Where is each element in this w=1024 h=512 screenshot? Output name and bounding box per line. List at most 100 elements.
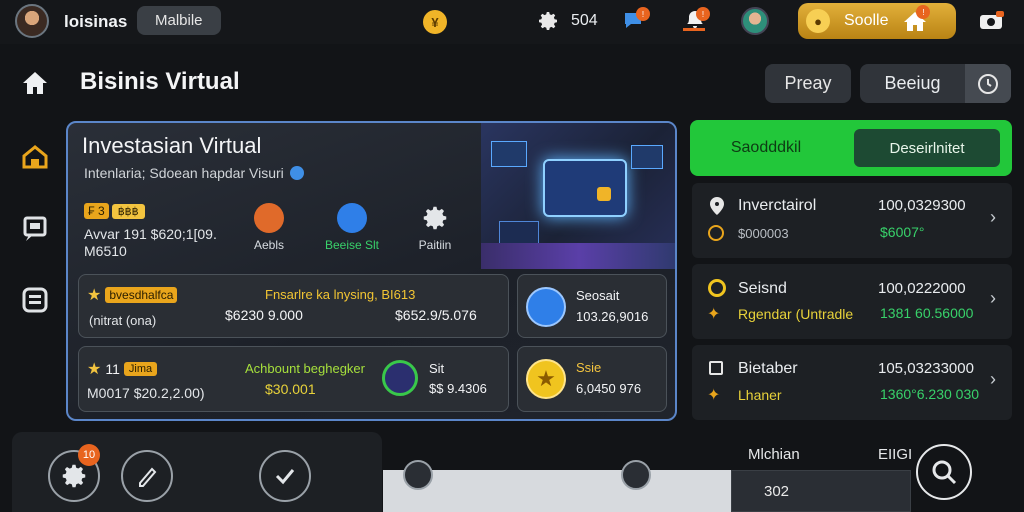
list-item-amount: 100,0222000 (878, 280, 966, 297)
ssie-label: Ssie (576, 360, 602, 375)
row2-title: Achbount beghegker (245, 361, 365, 376)
coin-outline-icon (708, 225, 724, 241)
value-field-text: 302 (764, 483, 790, 500)
row2-badge-label: Jima (123, 362, 158, 376)
beeiug-button[interactable]: Beeiug (860, 64, 1011, 103)
list-item-sub-left: Rgendar (Untradle (738, 306, 854, 322)
confirm-button[interactable] (259, 450, 311, 502)
preay-button[interactable]: Preay (765, 64, 851, 103)
rocket-icon (526, 287, 566, 327)
chevron-right-icon: › (990, 369, 996, 389)
profile-avatar[interactable] (741, 7, 769, 35)
verified-icon (289, 166, 304, 180)
beeise-action[interactable]: Beeise Slt (320, 203, 384, 252)
paitiin-label: Paitiin (418, 238, 452, 252)
gear-icon[interactable] (536, 9, 560, 38)
list-item-amount: 100,0329300 (878, 197, 966, 214)
list-item-sub-right: 1360°6.230 030 (880, 386, 980, 402)
check-icon (275, 469, 295, 485)
gold-coin-icon (708, 279, 726, 297)
list-item[interactable]: Inverctairol 100,0329300 $000003 $6007° … (692, 183, 1012, 258)
col1-label: Mlchian (748, 446, 800, 463)
ssie-box[interactable]: ★ Ssie 6,0450 976 (517, 346, 667, 412)
mode-pill[interactable]: Malbile (137, 6, 221, 35)
ssie-value: 6,0450 976 (576, 381, 642, 396)
seosait-box[interactable]: Seosait 103.26,9016 (517, 274, 667, 338)
card-line1: Avvar 191 $620;1[09. (84, 226, 217, 242)
row1-badge: ★ bvesdhalfca (87, 285, 178, 305)
chat-nav-icon[interactable] (18, 212, 52, 246)
investment-row-2[interactable]: ★ 11 Jima M0017 $20.2,2.00) Achbount beg… (78, 346, 509, 412)
bottom-panel (383, 460, 731, 512)
gear-icon (62, 464, 86, 488)
sparkle-icon: ✦ (707, 387, 721, 404)
star-icon: ★ (87, 287, 102, 304)
location-pin-icon (710, 197, 724, 215)
bottom-toolbar: 10 (12, 432, 382, 512)
row1-sub: (nitrat (ona) (89, 313, 157, 328)
list-item-title: Bietaber (738, 360, 798, 377)
settings-value: 504 (571, 12, 598, 29)
medal-icon: ● (806, 9, 830, 33)
notifications-button[interactable]: ! (681, 7, 711, 36)
star-coin-icon: ★ (526, 359, 566, 399)
row2-badge-num: 11 (105, 361, 120, 377)
avatar[interactable] (15, 4, 49, 38)
document-nav-icon[interactable] (18, 283, 52, 317)
investment-card: Investasian Virtual Intenlaria; Sdoean h… (66, 121, 677, 421)
paitiin-action[interactable]: Paitiin (410, 203, 460, 252)
card-tag-text: ฿฿฿ (111, 203, 145, 219)
list-item-title: Seisnd (738, 280, 787, 297)
row1-title: Fnsarlre ka lnysing, BI613 (265, 287, 416, 302)
premium-pill[interactable]: ● Soolle ! (798, 3, 956, 39)
value-field[interactable]: 302 (731, 470, 911, 512)
sparkle-icon: ✦ (707, 306, 721, 323)
wallet-icon[interactable] (403, 460, 433, 490)
house-nav-icon[interactable] (18, 140, 52, 174)
chevron-right-icon: › (990, 288, 996, 308)
chat-badge: ! (636, 7, 650, 21)
tab-saodddkil[interactable]: Saodddkil (690, 139, 842, 157)
aebls-action[interactable]: Aebls (246, 203, 292, 252)
tab-bar: Saodddkil Deseirlnitet (690, 120, 1012, 176)
row2-mini-value: $$ 9.4306 (429, 381, 487, 396)
list-item-amount: 105,03233000 (878, 360, 974, 377)
star-icon (337, 203, 367, 233)
premium-label: Soolle (844, 12, 889, 29)
row2-val1: $30.001 (265, 381, 316, 397)
list-item[interactable]: Seisnd 100,0222000 ✦ Rgendar (Untradle 1… (692, 264, 1012, 339)
row2-sub: M0017 $20.2,2.00) (87, 385, 205, 401)
row2-mini-label: Sit (429, 361, 445, 376)
investment-row-1[interactable]: ★ bvesdhalfca (nitrat (ona) Fnsarlre ka … (78, 274, 509, 338)
username: loisinas (64, 12, 128, 31)
clock-icon (965, 64, 1011, 103)
list-item-sub-right: 1381 60.56000 (880, 305, 974, 321)
coin-icon[interactable]: ¥ (423, 10, 447, 34)
chevron-right-icon: › (990, 207, 996, 227)
search-button[interactable] (916, 444, 972, 500)
home-icon: ! (902, 5, 931, 33)
settings-badge: 10 (78, 444, 100, 466)
aebls-icon (254, 203, 284, 233)
square-icon (709, 361, 723, 375)
home-nav-icon[interactable] (18, 66, 52, 100)
chat-button[interactable]: ! (622, 7, 652, 35)
page-title: Bisinis Virtual (80, 68, 240, 95)
card-icon[interactable] (621, 460, 651, 490)
list-item-sub-left: $000003 (738, 226, 789, 241)
edit-button[interactable] (121, 450, 173, 502)
card-tag[interactable]: ₣ 3 ฿฿฿ (84, 203, 145, 219)
pen-icon (139, 467, 157, 487)
beeise-label: Beeise Slt (324, 238, 380, 252)
list-item-title: Inverctairol (738, 197, 817, 214)
search-icon (932, 460, 957, 485)
virtual-illustration (481, 123, 675, 269)
card-tag-prefix: ₣ 3 (84, 203, 109, 219)
list-item[interactable]: Bietaber 105,03233000 ✦ Lhaner 1360°6.23… (692, 345, 1012, 420)
tab-deseirlnitet[interactable]: Deseirlnitet (854, 129, 1000, 167)
card-title: Investasian Virtual (82, 133, 262, 158)
row2-badge: ★ 11 Jima (87, 359, 158, 379)
seosait-label: Seosait (576, 288, 620, 303)
camera-icon[interactable] (978, 10, 1008, 34)
beeiug-label: Beeiug (884, 73, 941, 93)
